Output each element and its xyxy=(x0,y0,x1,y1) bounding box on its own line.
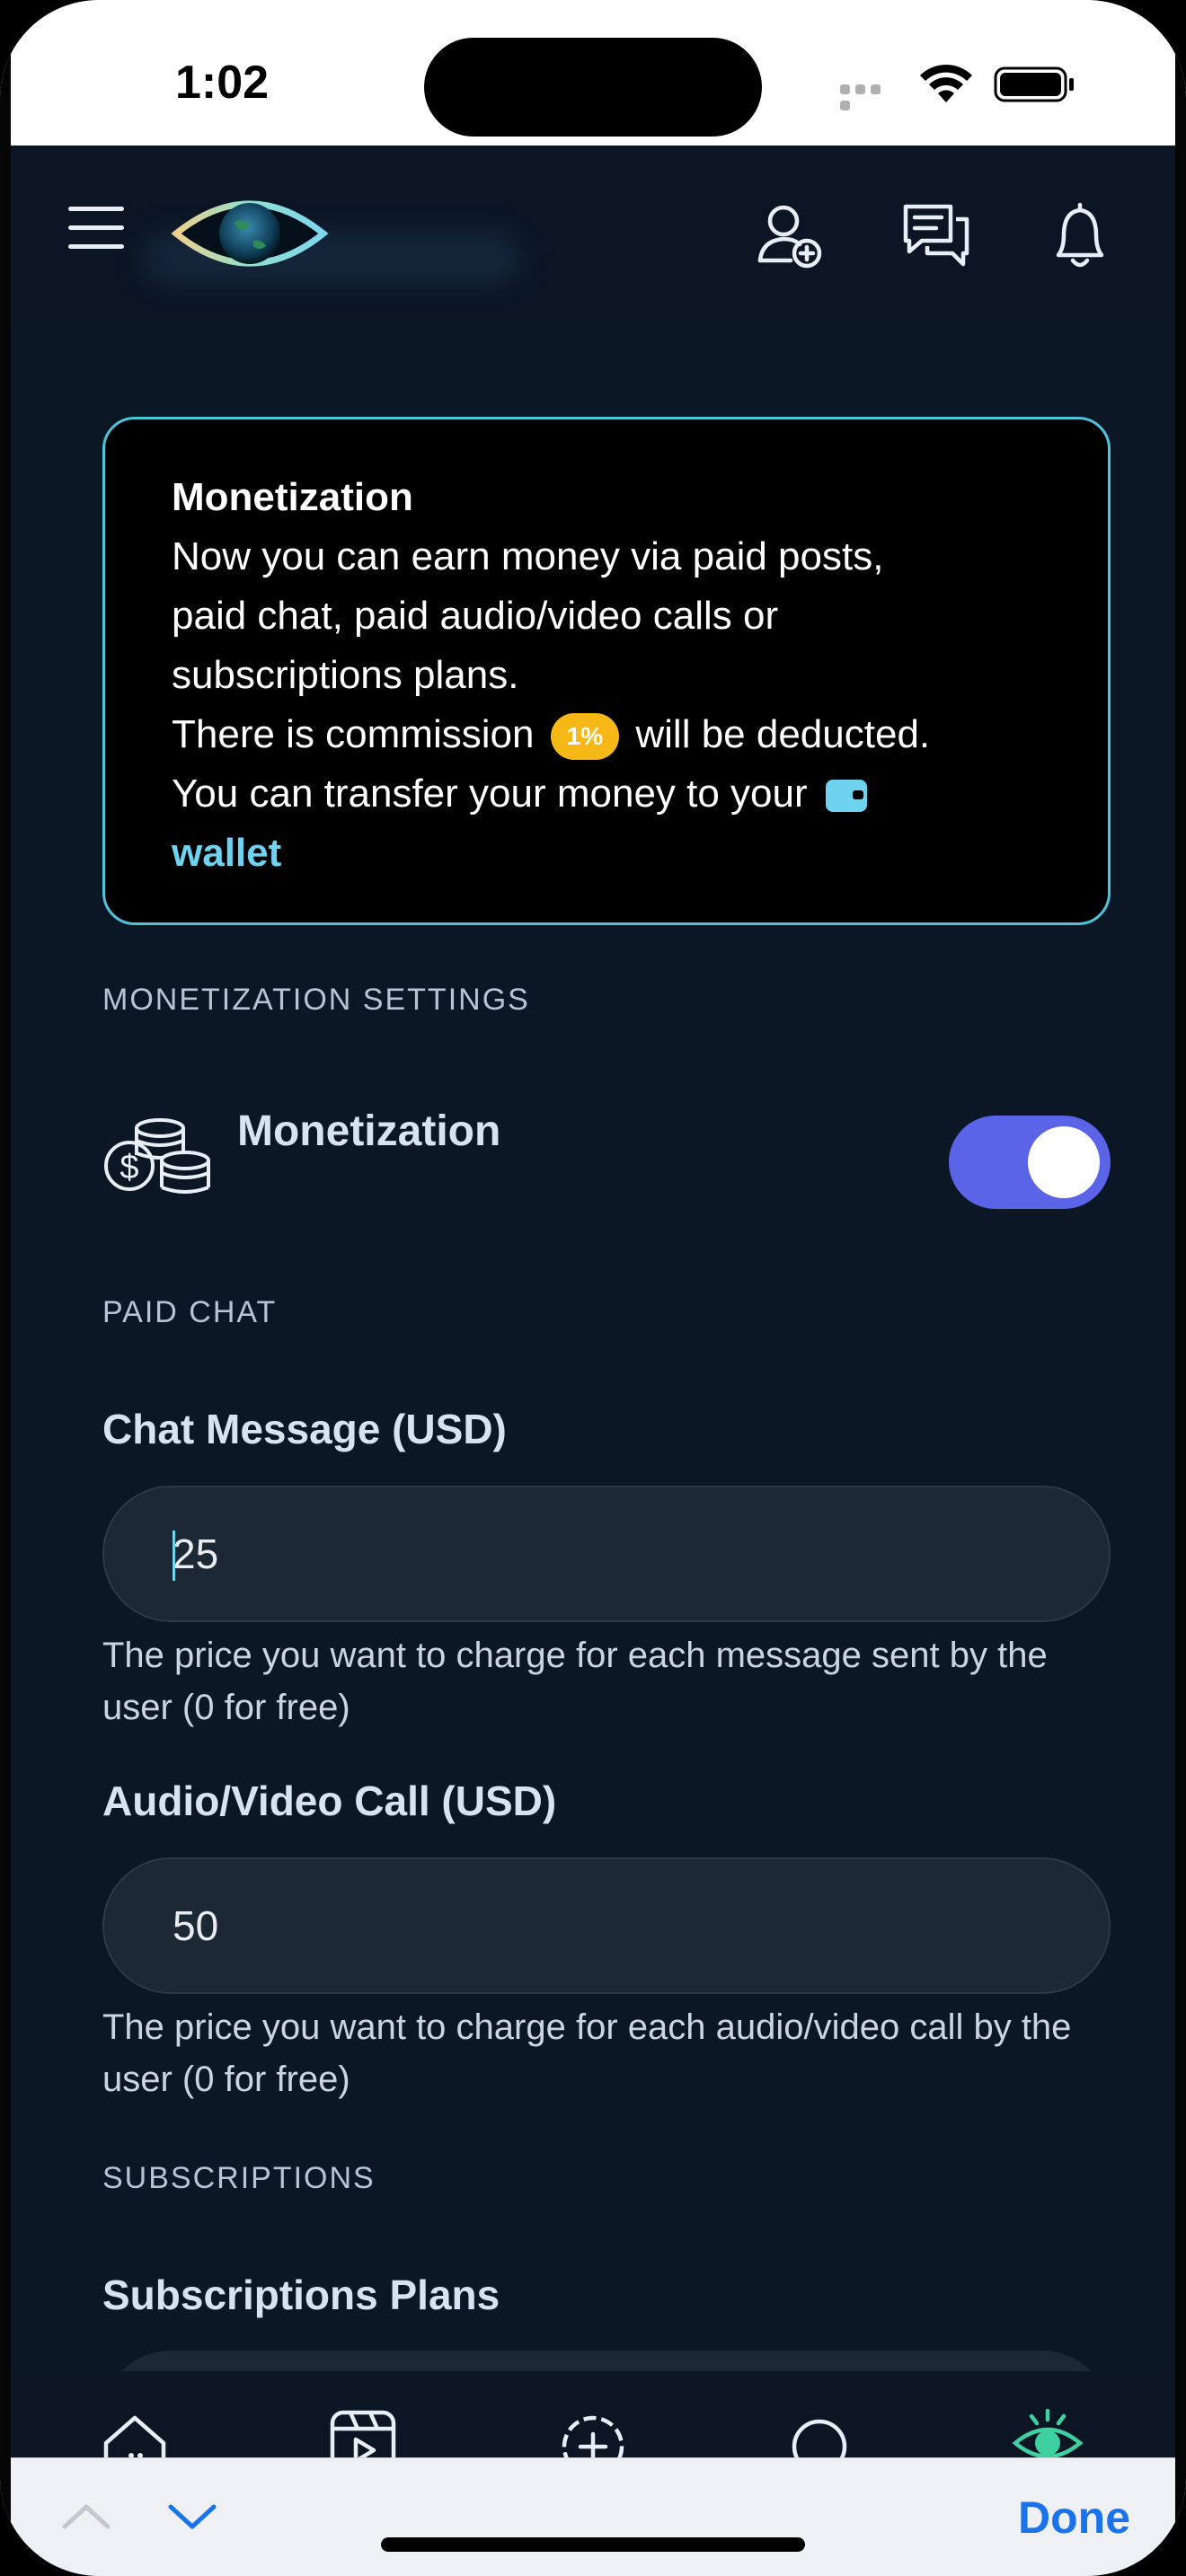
chat-message-help: The price you want to charge for each me… xyxy=(102,1636,1048,1727)
transfer-line: You can transfer your money to your xyxy=(172,764,1041,824)
bottom-tab-bar xyxy=(0,2371,1186,2461)
section-subscriptions: SUBSCRIPTIONS xyxy=(102,2161,376,2195)
subscriptions-plans-label: Subscriptions Plans xyxy=(102,2272,500,2318)
add-friend-button[interactable] xyxy=(755,199,827,271)
chat-message-value: 25 xyxy=(173,1531,219,1577)
call-value: 50 xyxy=(173,1902,219,1949)
chat-message-label: Chat Message (USD) xyxy=(102,1406,507,1452)
signal-icon xyxy=(840,83,899,110)
chevron-up-icon[interactable] xyxy=(59,2498,113,2534)
messages-button[interactable] xyxy=(900,199,972,271)
app-screen: 1:02 Monetization Now you can earn money… xyxy=(0,0,1186,2576)
status-bar: 1:02 xyxy=(0,0,1186,146)
profile-eye-icon[interactable] xyxy=(1012,2407,1084,2461)
toggle-knob xyxy=(1028,1126,1100,1198)
chat-message-price-input[interactable]: 25 xyxy=(102,1486,1111,1622)
chevron-down-icon[interactable] xyxy=(165,2498,219,2534)
chat-bubbles-icon xyxy=(903,204,969,267)
commission-line: There is commission 1% will be deducted. xyxy=(172,705,1041,764)
dynamic-island xyxy=(424,38,762,137)
user-plus-icon xyxy=(757,205,822,269)
call-label: Audio/Video Call (USD) xyxy=(102,1778,557,1824)
notifications-button[interactable] xyxy=(1044,199,1116,271)
info-line-2: paid chat, paid audio/video calls or xyxy=(172,594,779,638)
monetization-toggle-row: $ Monetization xyxy=(102,1098,1111,1209)
coins-icon: $ xyxy=(104,1118,210,1194)
monetization-info-card: Monetization Now you can earn money via … xyxy=(102,417,1111,925)
commission-text-after: will be deducted. xyxy=(635,712,931,756)
section-paid-chat: PAID CHAT xyxy=(102,1295,278,1329)
monetization-label: Monetization xyxy=(237,1107,501,1155)
wifi-icon xyxy=(920,64,972,102)
done-button[interactable]: Done xyxy=(1018,2489,1130,2546)
eye-logo-icon[interactable] xyxy=(171,190,329,277)
text-caret xyxy=(173,1531,175,1581)
section-monetization-settings: MONETIZATION SETTINGS xyxy=(102,983,530,1017)
create-post-icon[interactable] xyxy=(557,2407,629,2461)
battery-icon xyxy=(994,66,1074,102)
keyboard-accessory-bar: Done xyxy=(0,2457,1186,2576)
bell-icon xyxy=(1056,202,1104,268)
info-line-3: subscriptions plans. xyxy=(172,653,519,697)
device-bezel-right xyxy=(1175,0,1186,2576)
status-time: 1:02 xyxy=(175,57,270,109)
transfer-text: You can transfer your money to your xyxy=(172,772,808,816)
call-price-input[interactable]: 50 xyxy=(102,1857,1111,1994)
app-header xyxy=(0,146,1186,325)
call-help: The price you want to charge for each au… xyxy=(102,2007,1072,2099)
reels-icon[interactable] xyxy=(327,2407,399,2461)
home-indicator[interactable] xyxy=(381,2537,805,2552)
commission-text-before: There is commission xyxy=(172,712,535,756)
device-bezel-left xyxy=(0,0,11,2576)
info-line-1: Now you can earn money via paid posts, xyxy=(172,534,884,578)
home-icon[interactable] xyxy=(99,2407,171,2461)
hamburger-menu-icon[interactable] xyxy=(68,207,124,250)
wallet-link[interactable]: wallet xyxy=(172,824,1041,883)
monetization-toggle[interactable] xyxy=(949,1116,1111,1209)
info-card-title: Monetization xyxy=(172,475,413,519)
search-icon[interactable] xyxy=(785,2407,857,2461)
commission-badge: 1% xyxy=(550,713,620,761)
wallet-icon xyxy=(825,780,867,813)
